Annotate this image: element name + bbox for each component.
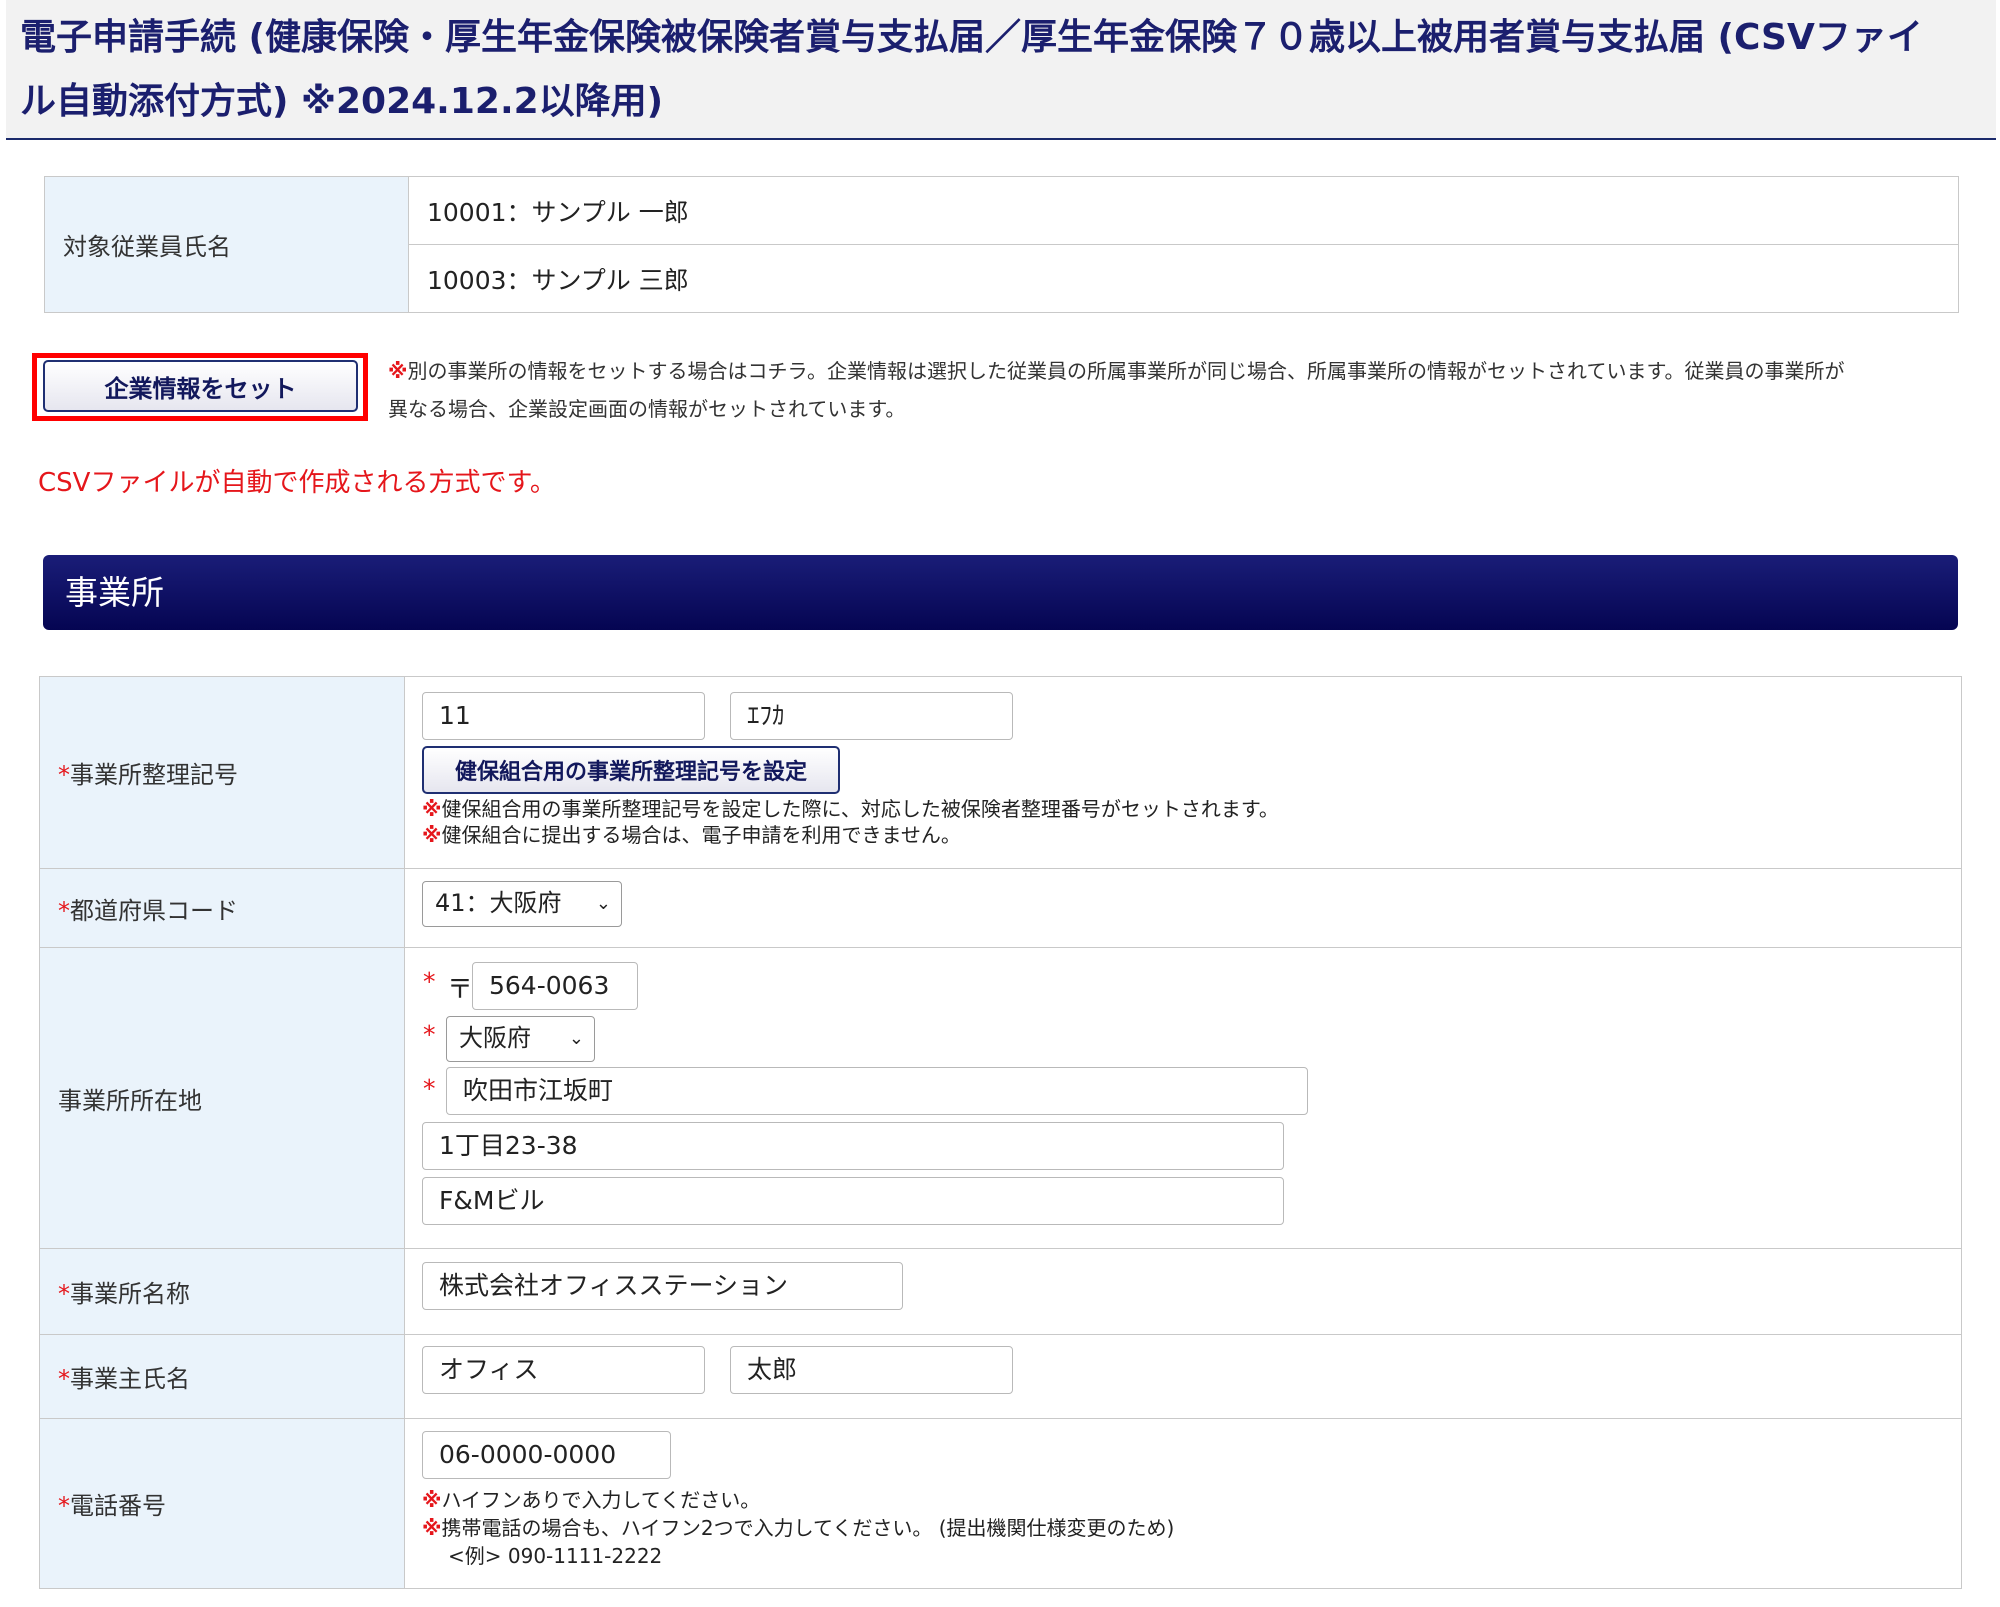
required-mark: * — [58, 896, 70, 925]
chevron-down-icon: ⌄ — [595, 893, 611, 914]
office-code-note-2-text: 健保組合に提出する場合は、電子申請を利用できません。 — [441, 823, 961, 847]
phone-label: *電話番号 — [39, 1418, 405, 1589]
section-header: 事業所 — [43, 555, 1958, 630]
company-info-note-line2: 異なる場合、企業設定画面の情報がセットされています。 — [388, 397, 906, 421]
required-mark: * — [58, 1280, 70, 1308]
office-code-note-2: ※健保組合に提出する場合は、電子申請を利用できません。 — [422, 819, 961, 848]
company-info-note: ※別の事業所の情報をセットする場合はコチラ。企業情報は選択した従業員の所属事業所… — [388, 352, 1963, 428]
office-name-input[interactable]: 株式会社オフィスステーション — [422, 1262, 903, 1310]
employee-table: 対象従業員氏名 10001：サンプル 一郎 10003：サンプル 三郎 — [44, 176, 1959, 313]
postal-mark: 〒 — [447, 975, 474, 1005]
note-mark: ※ — [388, 359, 408, 383]
address-city-input[interactable]: 吹田市江坂町 — [446, 1067, 1308, 1115]
phone-note-2: ※携帯電話の場合も、ハイフン2つで入力してください。 (提出機関仕様変更のため) — [422, 1512, 1174, 1541]
office-code-note-1: ※健保組合用の事業所整理記号を設定した際に、対応した被保険者整理番号がセットされ… — [422, 793, 1279, 822]
set-union-office-code-button[interactable]: 健保組合用の事業所整理記号を設定 — [422, 746, 840, 794]
employee-row: 10001：サンプル 一郎 — [408, 176, 1959, 245]
address-line2-input[interactable]: F&Mビル — [422, 1177, 1284, 1225]
office-code-input-2[interactable]: ｴﾌｶ — [730, 692, 1013, 740]
required-mark: * — [423, 1020, 436, 1049]
office-code-label: *事業所整理記号 — [39, 676, 405, 869]
office-name-label: *事業所名称 — [39, 1248, 405, 1335]
section-title: 事業所 — [65, 573, 164, 612]
page-title-line2: ル自動添付方式) ※2024.12.2以降用) — [20, 81, 664, 122]
page-title-line1: 電子申請手続 (健康保険・厚生年金保険被保険者賞与支払届／厚生年金保険７０歳以上… — [20, 17, 1923, 58]
phone-note-1: ※ハイフンありで入力してください。 — [422, 1484, 760, 1513]
office-code-note-1-text: 健保組合用の事業所整理記号を設定した際に、対応した被保険者整理番号がセットされま… — [441, 797, 1279, 821]
postal-code-input[interactable]: 564-0063 — [472, 962, 638, 1010]
company-info-note-line1: 別の事業所の情報をセットする場合はコチラ。企業情報は選択した従業員の所属事業所が… — [407, 359, 1845, 383]
prefecture-code-value: 41：大阪府 — [435, 889, 562, 917]
phone-note-1-text: ハイフンありで入力してください。 — [441, 1488, 761, 1512]
address-label: 事業所所在地 — [39, 947, 405, 1249]
phone-example: <例> 090-1111-2222 — [448, 1544, 663, 1568]
owner-name-label: *事業主氏名 — [39, 1334, 405, 1419]
required-mark: * — [58, 1492, 70, 1520]
prefecture-code-select[interactable]: 41：大阪府 ⌄ — [422, 881, 622, 927]
set-company-info-button[interactable]: 企業情報をセット — [43, 360, 358, 412]
phone-label-text: 電話番号 — [70, 1492, 166, 1520]
employee-label: 対象従業員氏名 — [44, 176, 409, 313]
chevron-down-icon: ⌄ — [568, 1028, 584, 1049]
owner-first-name-input[interactable]: 太郎 — [730, 1346, 1013, 1394]
note-mark: ※ — [422, 823, 442, 847]
phone-note-2-text: 携帯電話の場合も、ハイフン2つで入力してください。 (提出機関仕様変更のため) — [441, 1516, 1175, 1540]
office-name-label-text: 事業所名称 — [70, 1280, 190, 1308]
office-code-label-text: 事業所整理記号 — [70, 761, 238, 789]
prefecture-code-cell — [404, 868, 1962, 948]
owner-last-name-input[interactable]: オフィス — [422, 1346, 705, 1394]
address-line1-input[interactable]: 1丁目23-38 — [422, 1122, 1284, 1170]
required-mark: * — [58, 761, 70, 789]
phone-input[interactable]: 06-0000-0000 — [422, 1431, 671, 1479]
csv-notice: CSVファイルが自動で作成される方式です。 — [38, 468, 556, 498]
prefecture-code-label: *都道府県コード — [39, 868, 405, 948]
office-code-input-1[interactable]: 11 — [422, 692, 705, 740]
note-mark: ※ — [422, 1516, 442, 1540]
required-mark: * — [423, 967, 436, 996]
note-mark: ※ — [422, 797, 442, 821]
owner-name-label-text: 事業主氏名 — [70, 1365, 190, 1393]
required-mark: * — [58, 1365, 70, 1393]
address-prefecture-value: 大阪府 — [459, 1024, 531, 1052]
address-prefecture-select[interactable]: 大阪府 ⌄ — [446, 1016, 595, 1062]
prefecture-code-label-text: 都道府県コード — [70, 896, 238, 925]
employee-row: 10003：サンプル 三郎 — [408, 244, 1959, 313]
required-mark: * — [423, 1074, 436, 1103]
page-title: 電子申請手続 (健康保険・厚生年金保険被保険者賞与支払届／厚生年金保険７０歳以上… — [20, 6, 1980, 134]
note-mark: ※ — [422, 1488, 442, 1512]
